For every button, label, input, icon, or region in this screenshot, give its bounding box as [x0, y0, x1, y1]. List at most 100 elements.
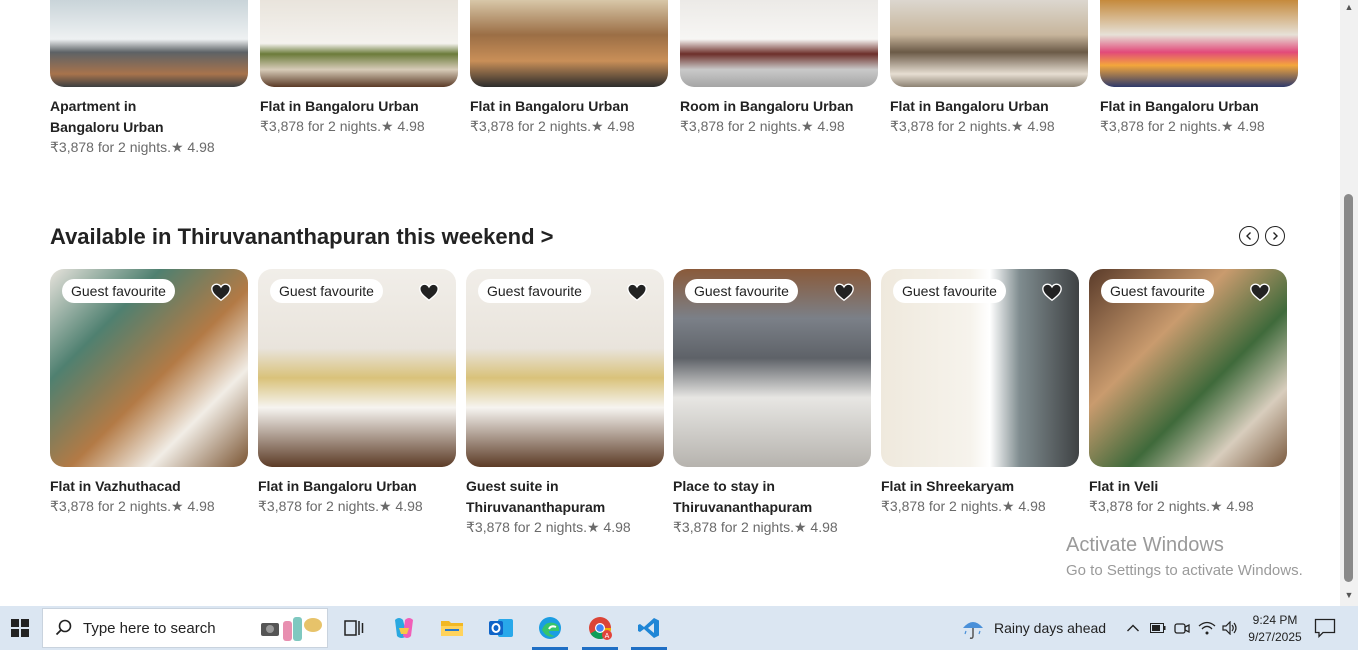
network-status[interactable]	[1198, 606, 1216, 650]
listing-price-rating: ₹3,878 for 2 nights.★ 4.98	[680, 118, 845, 134]
listing-photo[interactable]: Guest favourite	[466, 269, 664, 467]
meet-now-button[interactable]	[1174, 606, 1190, 650]
listing-photo[interactable]	[50, 0, 248, 87]
chevron-left-icon	[1246, 232, 1251, 240]
copilot-icon	[395, 618, 413, 638]
edge-button[interactable]	[526, 606, 574, 650]
listing-photo[interactable]: Guest favourite	[1089, 269, 1287, 467]
listing-card[interactable]: Guest favourite Flat in Veli ₹3,878 for 2 …	[1089, 269, 1287, 515]
scroll-down-arrow-icon[interactable]: ▼	[1344, 590, 1354, 600]
copilot-button[interactable]	[380, 606, 428, 650]
guest-favourite-badge: Guest favourite	[1101, 279, 1214, 303]
listing-title[interactable]: Room in Bangaloru Urban	[680, 96, 878, 117]
watermark-title: Activate Windows	[1066, 534, 1224, 556]
windows-logo-icon	[11, 619, 29, 637]
guest-favourite-badge: Guest favourite	[893, 279, 1006, 303]
listing-title[interactable]: Apartment in	[50, 96, 248, 117]
listing-price-rating: ₹3,878 for 2 nights.★ 4.98	[258, 498, 423, 514]
browser-page: Apartment in Bangaloru Urban ₹3,878 for 2 …	[0, 0, 1340, 606]
activate-windows-watermark: Activate Windows Go to Settings to activ…	[1066, 534, 1303, 579]
listing-photo[interactable]	[470, 0, 668, 87]
start-button[interactable]	[0, 606, 40, 650]
listing-title[interactable]: Flat in Bangaloru Urban	[260, 96, 458, 117]
chrome-button[interactable]: A	[576, 606, 624, 650]
listing-title[interactable]: Flat in Bangaloru Urban	[890, 96, 1088, 117]
listing-title[interactable]: Flat in Bangaloru Urban	[1100, 96, 1298, 117]
battery-status[interactable]	[1150, 606, 1166, 650]
listing-photo[interactable]	[680, 0, 878, 87]
heart-icon[interactable]	[833, 281, 855, 303]
listing-card[interactable]: Flat in Bangaloru Urban ₹3,878 for 2 nigh…	[470, 0, 668, 135]
outlook-icon	[489, 619, 513, 637]
listing-title[interactable]: Guest suite in	[466, 476, 664, 497]
volume-control[interactable]	[1222, 606, 1238, 650]
clock-time: 9:24 PM	[1252, 613, 1298, 627]
section-title[interactable]: Available in Thiruvananthapuran this wee…	[50, 224, 553, 250]
listing-photo[interactable]	[1100, 0, 1298, 87]
vertical-scrollbar[interactable]: ▲ ▼	[1340, 0, 1358, 606]
listing-title[interactable]: Place to stay in	[673, 476, 871, 497]
listing-price-rating: ₹3,878 for 2 nights.★ 4.98	[890, 118, 1055, 134]
listing-card[interactable]: Guest favourite Place to stay in Thiruvana…	[673, 269, 871, 536]
listing-photo[interactable]: Guest favourite	[258, 269, 456, 467]
listing-title[interactable]: Flat in Shreekaryam	[881, 476, 1079, 497]
listing-title[interactable]: Flat in Veli	[1089, 476, 1287, 497]
listing-title[interactable]: Thiruvananthapuram	[466, 497, 664, 518]
heart-icon[interactable]	[1249, 281, 1271, 303]
vscode-button[interactable]	[625, 606, 673, 650]
show-hidden-icons-button[interactable]	[1126, 606, 1140, 650]
listing-photo[interactable]: Guest favourite	[50, 269, 248, 467]
listing-card[interactable]: Room in Bangaloru Urban ₹3,878 for 2 nigh…	[680, 0, 878, 135]
listing-photo[interactable]	[260, 0, 458, 87]
meet-now-icon	[1174, 623, 1190, 634]
file-explorer-button[interactable]	[428, 606, 476, 650]
scrollbar-thumb[interactable]	[1344, 194, 1353, 582]
heart-icon[interactable]	[626, 281, 648, 303]
listing-title[interactable]: Flat in Bangaloru Urban	[470, 96, 668, 117]
taskbar-clock[interactable]: 9:24 PM 9/27/2025	[1248, 612, 1302, 646]
guest-favourite-badge: Guest favourite	[62, 279, 175, 303]
watermark-subtitle: Go to Settings to activate Windows.	[1066, 562, 1303, 579]
speaker-icon	[1222, 621, 1237, 635]
listing-price-rating: ₹3,878 for 2 nights.★ 4.98	[881, 498, 1046, 514]
listing-card[interactable]: Guest favourite Flat in Vazhuthacad ₹3,878…	[50, 269, 248, 515]
listing-card[interactable]: Guest favourite Flat in Bangaloru Urban ₹3…	[258, 269, 456, 515]
wifi-icon	[1198, 621, 1216, 635]
listing-price-rating: ₹3,878 for 2 nights.★ 4.98	[50, 498, 215, 514]
battery-icon	[1150, 623, 1166, 633]
listing-title[interactable]: Thiruvananthapuram	[673, 497, 871, 518]
guest-favourite-badge: Guest favourite	[270, 279, 383, 303]
listing-photo[interactable]	[890, 0, 1088, 87]
listing-price-rating: ₹3,878 for 2 nights.★ 4.98	[1089, 498, 1254, 514]
listing-title[interactable]: Bangaloru Urban	[50, 117, 248, 138]
umbrella-rain-icon	[963, 622, 983, 639]
edge-icon	[539, 617, 561, 639]
carousel-next-button[interactable]	[1265, 226, 1285, 246]
listing-price-rating: ₹3,878 for 2 nights.★ 4.98	[50, 139, 215, 155]
listing-photo[interactable]: Guest favourite	[673, 269, 871, 467]
search-highlight-illustration-icon	[259, 613, 323, 643]
outlook-button[interactable]	[477, 606, 525, 650]
task-view-button[interactable]	[330, 606, 378, 650]
taskbar-search-box[interactable]: Type here to search	[42, 608, 328, 648]
listing-card[interactable]: Flat in Bangaloru Urban ₹3,878 for 2 nigh…	[890, 0, 1088, 135]
weather-widget[interactable]: Rainy days ahead	[960, 606, 1106, 650]
notification-center-button[interactable]	[1314, 606, 1336, 650]
vscode-icon	[638, 618, 659, 638]
listing-photo[interactable]: Guest favourite	[881, 269, 1079, 467]
listing-card[interactable]: Guest favourite Guest suite in Thiruvanant…	[466, 269, 664, 536]
listing-price-rating: ₹3,878 for 2 nights.★ 4.98	[260, 118, 425, 134]
listing-title[interactable]: Flat in Bangaloru Urban	[258, 476, 456, 497]
listing-card[interactable]: Flat in Bangaloru Urban ₹3,878 for 2 nigh…	[1100, 0, 1298, 135]
search-icon	[55, 619, 72, 636]
scroll-up-arrow-icon[interactable]: ▲	[1344, 2, 1354, 12]
listing-card[interactable]: Guest favourite Flat in Shreekaryam ₹3,878…	[881, 269, 1079, 515]
heart-icon[interactable]	[1041, 281, 1063, 303]
listing-title[interactable]: Flat in Vazhuthacad	[50, 476, 248, 497]
carousel-prev-button[interactable]	[1239, 226, 1259, 246]
heart-icon[interactable]	[210, 281, 232, 303]
listing-card[interactable]: Flat in Bangaloru Urban ₹3,878 for 2 nigh…	[260, 0, 458, 135]
listing-price-rating: ₹3,878 for 2 nights.★ 4.98	[673, 519, 838, 535]
heart-icon[interactable]	[418, 281, 440, 303]
listing-card[interactable]: Apartment in Bangaloru Urban ₹3,878 for 2 …	[50, 0, 248, 156]
